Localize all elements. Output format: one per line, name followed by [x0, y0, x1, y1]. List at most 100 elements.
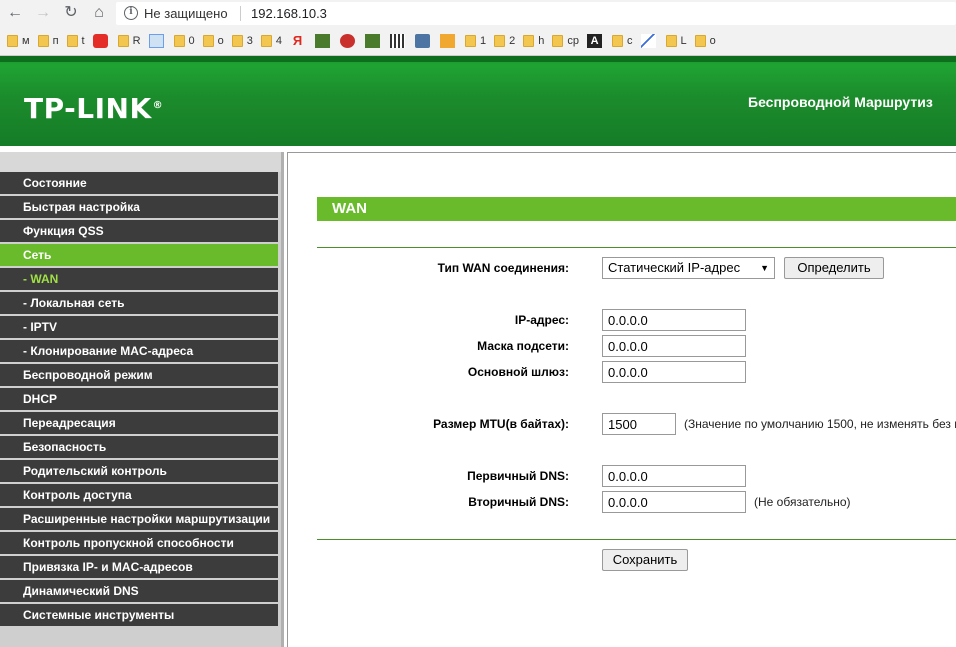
sidebar-item-qss[interactable]: Функция QSS: [0, 220, 278, 242]
folder-icon: [117, 35, 129, 47]
star-icon: [340, 34, 356, 48]
conn-type-label: Тип WAN соединения:: [437, 261, 569, 275]
bookmark-item[interactable]: h: [520, 32, 547, 50]
site-icon: [315, 34, 331, 48]
sidebar-item-ip-mac-binding[interactable]: Привязка IP- и MAC-адресов: [0, 556, 278, 578]
sidebar-item-bandwidth-control[interactable]: Контроль пропускной способности: [0, 532, 278, 554]
sidebar-item-advanced-routing[interactable]: Расширенные настройки маршрутизации: [0, 508, 278, 530]
bookmark-item[interactable]: [337, 32, 360, 50]
main-content: WAN Тип WAN соединения: Статический IP-а…: [287, 152, 956, 647]
vk-icon: [415, 34, 431, 48]
sidebar-item-quick-setup[interactable]: Быстрая настройка: [0, 196, 278, 218]
bookmark-item[interactable]: Я: [287, 32, 310, 50]
sidebar-item-parental-control[interactable]: Родительский контроль: [0, 460, 278, 482]
bookmark-item[interactable]: o: [692, 32, 719, 50]
folder-icon: [173, 35, 185, 47]
sidebar-item-system-tools[interactable]: Системные инструменты: [0, 604, 278, 626]
security-status[interactable]: Не защищено: [144, 6, 228, 21]
bookmark-item[interactable]: [387, 32, 410, 50]
sidebar-item-dhcp[interactable]: DHCP: [0, 388, 278, 410]
bookmark-item[interactable]: cp: [549, 32, 582, 50]
mtu-label: Размер MTU(в байтах):: [433, 417, 569, 431]
reload-icon[interactable]: ↻: [60, 2, 82, 24]
back-arrow-icon[interactable]: ←: [4, 2, 26, 24]
bookmark-item[interactable]: A: [584, 32, 607, 50]
bookmark-item[interactable]: 4: [258, 32, 285, 50]
bookmark-label: cp: [567, 35, 580, 47]
mtu-note: (Значение по умолчанию 1500, не изменять…: [684, 417, 956, 431]
bookmark-item[interactable]: t: [64, 32, 88, 50]
folder-icon: [494, 35, 506, 47]
sidebar-item-forwarding[interactable]: Переадресация: [0, 412, 278, 434]
sidebar-item-wan[interactable]: - WAN: [0, 268, 278, 290]
gateway-field[interactable]: [602, 361, 746, 383]
bookmarks-bar: м п t R 0 о 3 4 Я 1 2 h cp Ac Lo: [0, 27, 956, 56]
bookmark-item[interactable]: [437, 32, 460, 50]
site-icon: [365, 34, 381, 48]
sidebar-item-wireless[interactable]: Беспроводной режим: [0, 364, 278, 386]
secondary-dns-field[interactable]: [602, 491, 746, 513]
bookmark-item[interactable]: c: [609, 32, 636, 50]
folder-icon: [66, 35, 78, 47]
browser-toolbar: ← → ↻ ⌂ i Не защищено 192.168.10.3: [0, 0, 956, 27]
home-icon[interactable]: ⌂: [88, 2, 110, 24]
bookmark-item[interactable]: 3: [229, 32, 256, 50]
mask-label: Маска подсети:: [477, 339, 569, 353]
detect-button[interactable]: Определить: [784, 257, 884, 279]
a-icon: A: [587, 34, 603, 48]
save-button[interactable]: Сохранить: [602, 549, 688, 571]
sidebar-item-mac-clone[interactable]: - Клонирование MAC-адреса: [0, 340, 278, 362]
folder-icon: [231, 35, 243, 47]
sidebar-item-lan[interactable]: - Локальная сеть: [0, 292, 278, 314]
sidebar-menu: Состояние Быстрая настройка Функция QSS …: [0, 152, 284, 647]
bookmark-item[interactable]: [638, 32, 661, 50]
bookmark-item[interactable]: R: [115, 32, 144, 50]
conn-type-select[interactable]: Статический IP-адрес ▼: [602, 257, 775, 279]
bookmark-label: h: [538, 35, 545, 47]
folder-icon: [523, 35, 535, 47]
bookmark-item[interactable]: [146, 32, 169, 50]
bookmark-label: 3: [246, 35, 253, 47]
forward-arrow-icon[interactable]: →: [32, 2, 54, 24]
sidebar-item-iptv[interactable]: - IPTV: [0, 316, 278, 338]
sidebar-item-ddns[interactable]: Динамический DNS: [0, 580, 278, 602]
bookmark-label: п: [52, 35, 59, 47]
header-stripe: [0, 56, 956, 62]
folder-icon: [465, 35, 477, 47]
bookmark-item[interactable]: [412, 32, 435, 50]
bookmark-item[interactable]: о: [200, 32, 227, 50]
chart-icon: [640, 34, 656, 48]
bookmark-item[interactable]: 1: [462, 32, 489, 50]
bookmark-item[interactable]: [362, 32, 385, 50]
sidebar-item-status[interactable]: Состояние: [0, 172, 278, 194]
mtu-field[interactable]: [602, 413, 676, 435]
bookmark-item[interactable]: п: [35, 32, 62, 50]
bookmark-label: o: [709, 35, 716, 47]
bookmark-item[interactable]: м: [4, 32, 33, 50]
folder-icon: [260, 35, 272, 47]
folder-icon: [7, 35, 18, 47]
url-text[interactable]: 192.168.10.3: [251, 6, 327, 21]
dns1-label: Первичный DNS:: [467, 469, 569, 483]
address-bar[interactable]: i Не защищено 192.168.10.3: [116, 2, 956, 25]
primary-dns-field[interactable]: [602, 465, 746, 487]
notepad-icon: [148, 34, 164, 48]
bookmark-item[interactable]: 0: [171, 32, 198, 50]
subnet-mask-field[interactable]: [602, 335, 746, 357]
folder-icon: [37, 35, 49, 47]
dns2-label: Вторичный DNS:: [468, 495, 569, 509]
sidebar-item-security[interactable]: Безопасность: [0, 436, 278, 458]
folder-icon: [202, 35, 214, 47]
bookmark-item[interactable]: [90, 32, 113, 50]
info-icon[interactable]: i: [124, 6, 138, 20]
bookmark-item[interactable]: [312, 32, 335, 50]
bookmark-label: 4: [275, 35, 283, 47]
yandex-icon: Я: [292, 33, 303, 48]
sidebar-item-access-control[interactable]: Контроль доступа: [0, 484, 278, 506]
folder-icon: [665, 35, 677, 47]
bookmark-item[interactable]: L: [663, 32, 690, 50]
section-title: WAN: [317, 197, 956, 221]
ip-address-field[interactable]: [602, 309, 746, 331]
bookmark-item[interactable]: 2: [491, 32, 518, 50]
sidebar-item-network[interactable]: Сеть: [0, 244, 278, 266]
